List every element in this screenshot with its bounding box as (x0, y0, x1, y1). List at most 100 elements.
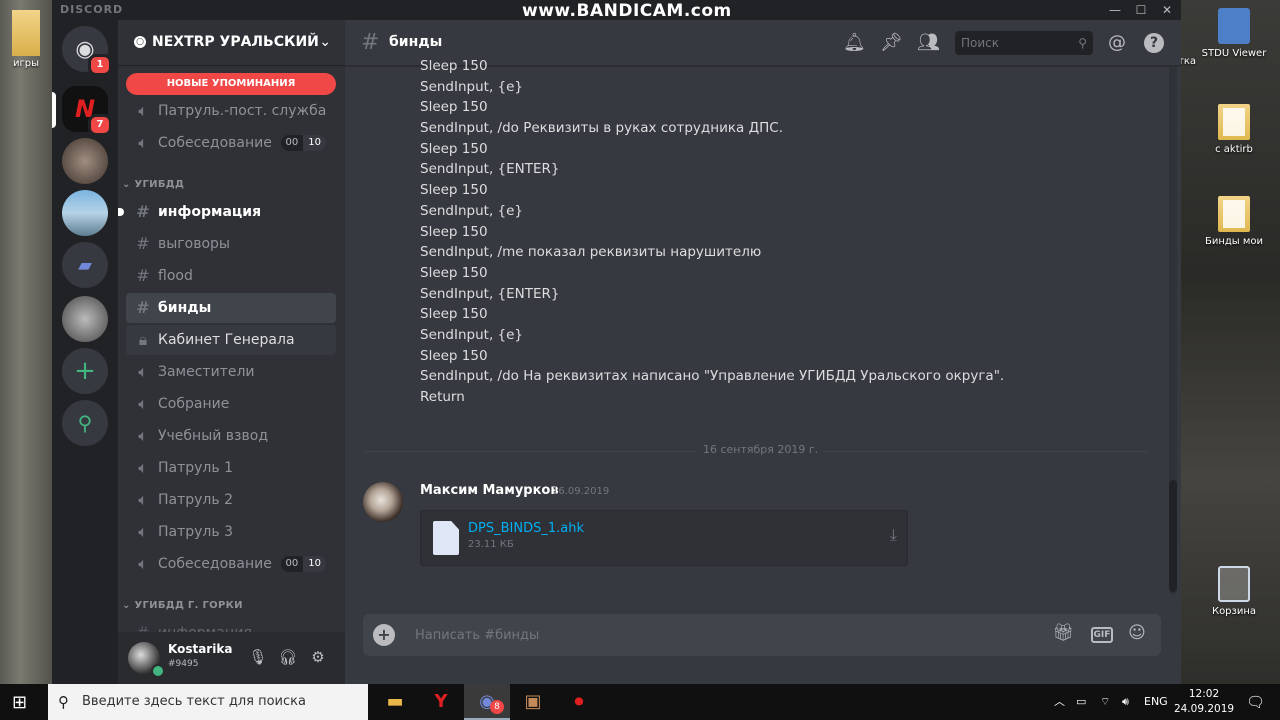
volume-icon[interactable]: 🔊︎ (1122, 684, 1129, 720)
taskbar-clock[interactable]: 12:02 24.09.2019 (1172, 687, 1236, 717)
message-line: SendInput, {ENTER} (420, 161, 560, 178)
upload-plus-icon[interactable]: + (373, 624, 395, 646)
desktop-icon-games[interactable]: игры (0, 4, 52, 69)
scrollbar-thumb[interactable] (1169, 480, 1177, 592)
category-label: УГИБДД Г. ГОРКИ (134, 600, 243, 611)
server-dog[interactable] (62, 138, 108, 184)
category-ugibdd[interactable]: ⌄ УГИБДД (122, 179, 184, 190)
gift-icon[interactable]: 🎁︎ (1051, 623, 1075, 643)
message-input[interactable] (407, 614, 987, 656)
channel-text-vygovory[interactable]: # выговоры (126, 229, 336, 259)
chevron-up-icon[interactable]: ︿ (1054, 684, 1065, 720)
minimize-button[interactable]: — (1102, 0, 1128, 20)
yandex-browser-icon[interactable]: Y (418, 684, 464, 720)
channel-label: Собрание (158, 396, 230, 412)
channel-label: Патруль.-пост. служба (158, 103, 327, 119)
chat-area: # бинды 🔔︎ 📌︎ 👥︎ Поиск ⚲ @ ? Sleep 150 S… (345, 20, 1181, 684)
channel-label: бинды (158, 300, 212, 316)
server-nextrp[interactable]: N 7 (62, 86, 112, 136)
server-folder[interactable]: ▰ (62, 242, 108, 288)
stdu-viewer-icon (1218, 8, 1250, 44)
channel-label: Собеседование (158, 135, 272, 151)
speaker-icon: 🔈︎ (138, 101, 148, 120)
network-icon[interactable]: ▭ (1076, 684, 1086, 720)
channel-voice-sobesedovanie[interactable]: 🔈︎ Собеседование 00 10 (126, 549, 336, 579)
user-limit-counter: 00 10 (280, 135, 326, 151)
server-group[interactable] (62, 296, 108, 342)
speaker-icon: 🔈︎ (138, 458, 148, 477)
wifi-icon[interactable]: ⌔ (1100, 684, 1110, 720)
server-header[interactable]: ○ NEXTRP УРАЛЬСКИЙ ⌄ (118, 20, 345, 66)
headphones-icon[interactable]: 🎧︎ (278, 648, 298, 666)
mentions-icon[interactable]: @ (1106, 32, 1128, 53)
desktop-icon-binds[interactable]: Бинды мои (1194, 196, 1274, 247)
desktop-icon-recycle-bin[interactable]: Корзина (1194, 566, 1274, 617)
channel-voice-uchebny-vzvod[interactable]: 🔈︎ Учебный взвод (126, 421, 336, 451)
gear-icon[interactable]: ⚙ (308, 648, 328, 666)
message-line: SendInput, /me показал реквизиты нарушит… (420, 244, 762, 261)
channel-voice-zamestiteli[interactable]: 🔈︎ Заместители (126, 357, 336, 387)
add-server-button[interactable]: + (62, 348, 108, 394)
maximize-button[interactable]: ☐ (1128, 0, 1154, 20)
message-line: SendInput, {e} (420, 326, 524, 343)
microphone-icon[interactable]: 🎙︎ (248, 648, 268, 666)
search-icon: ⚲ (1078, 36, 1087, 50)
desktop-icon-label: Бинды мои (1204, 236, 1264, 247)
new-mentions-pill[interactable]: НОВЫЕ УПОМИНАНИЯ (126, 73, 336, 95)
channel-text-informaciya[interactable]: # информация (118, 197, 336, 227)
search-icon: ⚲ (58, 693, 69, 711)
channel-text-flood[interactable]: # flood (126, 261, 336, 291)
members-icon[interactable]: 👥︎ (917, 32, 940, 53)
search-icon: ⚲ (77, 411, 93, 435)
channel-label: Патруль 3 (158, 524, 233, 540)
message-line: SendInput, {ENTER} (420, 285, 560, 302)
taskbar-search-input[interactable]: ⚲ Введите здесь текст для поиска (48, 684, 368, 720)
home-button[interactable]: ◉ 1 (62, 26, 112, 76)
hash-icon: # (361, 30, 380, 55)
channel-label: flood (158, 268, 193, 284)
explore-servers-button[interactable]: ⚲ (62, 400, 108, 446)
notifications-icon[interactable]: 🗨︎ (1246, 684, 1265, 720)
avatar[interactable] (363, 482, 403, 522)
search-input[interactable]: Поиск ⚲ (955, 31, 1093, 55)
channel-voice-interview[interactable]: 🔈︎ Собеседование 00 10 (126, 128, 336, 158)
bandicam-record-icon[interactable]: ⏺ (556, 684, 602, 720)
close-button[interactable]: ✕ (1154, 0, 1180, 20)
folder-icon (12, 10, 40, 56)
desktop-icon-stdu[interactable]: STDU Viewer (1194, 8, 1274, 59)
pin-icon[interactable]: 📌︎ (880, 32, 903, 53)
channel-sidebar: ○ NEXTRP УРАЛЬСКИЙ ⌄ НОВЫЕ УПОМИНАНИЯ 🔈︎… (118, 20, 345, 684)
discord-taskbar-icon[interactable]: ◉ 8 (464, 684, 510, 720)
message-line: Sleep 150 (420, 223, 488, 240)
server-sky[interactable] (62, 190, 108, 236)
clock-time: 12:02 (1188, 688, 1220, 700)
channel-label: Учебный взвод (158, 428, 268, 444)
channel-voice-patrol-post[interactable]: 🔈︎ Патруль.-пост. служба (126, 96, 336, 126)
desktop-icon-aktirb[interactable]: с aktirb (1194, 104, 1274, 155)
help-icon[interactable]: ? (1144, 33, 1164, 53)
speaker-icon: 🔈︎ (138, 362, 148, 381)
language-indicator[interactable]: ENG (1144, 684, 1168, 720)
message-composer: + 🎁︎ GIF ☺ (363, 614, 1161, 656)
speaker-icon: 🔈︎ (138, 554, 148, 573)
bell-icon[interactable]: 🔔︎ (843, 32, 866, 53)
windows-start-icon[interactable]: ⊞ (12, 692, 34, 713)
emoji-icon[interactable]: ☺ (1125, 623, 1149, 643)
channel-voice-patrul-1[interactable]: 🔈︎ Патруль 1 (126, 453, 336, 483)
attachment-file-name[interactable]: DPS_BINDS_1.ahk (468, 521, 584, 536)
chat-scrollbar[interactable] (1169, 66, 1177, 594)
desktop-icon-label: с aktirb (1215, 144, 1253, 155)
download-icon[interactable]: ⤓ (890, 525, 897, 545)
photo-app-icon[interactable]: ▣ (510, 684, 556, 720)
file-explorer-icon[interactable]: ▬ (372, 684, 418, 720)
server-name: NEXTRP УРАЛЬСКИЙ (152, 34, 319, 50)
category-ugibdd-gorki[interactable]: ⌄ УГИБДД Г. ГОРКИ (122, 600, 243, 611)
channel-voice-sobranie[interactable]: 🔈︎ Собрание (126, 389, 336, 419)
message-author[interactable]: Максим Мамурков (420, 483, 559, 498)
channel-voice-patrul-3[interactable]: 🔈︎ Патруль 3 (126, 517, 336, 547)
folder-icon: ▰ (78, 254, 92, 276)
gif-icon[interactable]: GIF (1091, 627, 1113, 643)
channel-text-kabinet-generala[interactable]: 🔒︎ Кабинет Генерала (126, 325, 336, 355)
channel-text-bindy[interactable]: # бинды (126, 293, 336, 323)
channel-voice-patrul-2[interactable]: 🔈︎ Патруль 2 (126, 485, 336, 515)
